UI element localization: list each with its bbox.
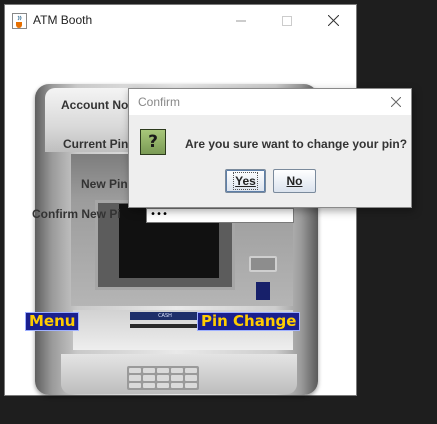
card-reader-icon [256, 282, 270, 300]
pin-change-button[interactable]: Pin Change [197, 312, 301, 331]
cash-slot: CASH [130, 312, 200, 320]
window-titlebar[interactable]: ATM Booth [5, 5, 356, 36]
cash-slot-opening [130, 324, 200, 328]
close-icon [327, 15, 339, 26]
menu-button[interactable]: Menu [25, 312, 80, 331]
dialog-titlebar[interactable]: Confirm [129, 89, 411, 115]
minimize-icon [236, 20, 246, 21]
minimize-button[interactable] [218, 5, 264, 36]
dialog-close-button[interactable] [381, 89, 411, 115]
no-button[interactable]: No [273, 169, 316, 193]
maximize-button[interactable] [264, 5, 310, 36]
confirm-dialog: Confirm ? Are you sure want to change yo… [128, 88, 412, 208]
card-slot [249, 256, 277, 272]
keypad [127, 366, 199, 390]
account-no-label: Account No [61, 98, 129, 112]
dialog-message: Are you sure want to change your pin? [185, 137, 408, 151]
maximize-icon [282, 15, 292, 26]
confirm-new-pin-label: Confirm New Pi [32, 207, 121, 221]
confirm-new-pin-field[interactable]: ••• [146, 208, 294, 223]
dialog-title: Confirm [138, 95, 181, 109]
close-icon [391, 97, 401, 107]
current-pin-label: Current Pin [63, 137, 129, 151]
window-title: ATM Booth [33, 13, 93, 27]
close-button[interactable] [310, 5, 356, 36]
yes-button[interactable]: Yes [225, 169, 266, 193]
java-cup-icon [12, 13, 27, 29]
question-icon: ? [140, 129, 166, 155]
no-button-label: No [286, 174, 303, 188]
yes-button-label: Yes [233, 172, 258, 190]
new-pin-label: New Pin [81, 177, 128, 191]
dialog-body: ? Are you sure want to change your pin? … [129, 115, 411, 207]
